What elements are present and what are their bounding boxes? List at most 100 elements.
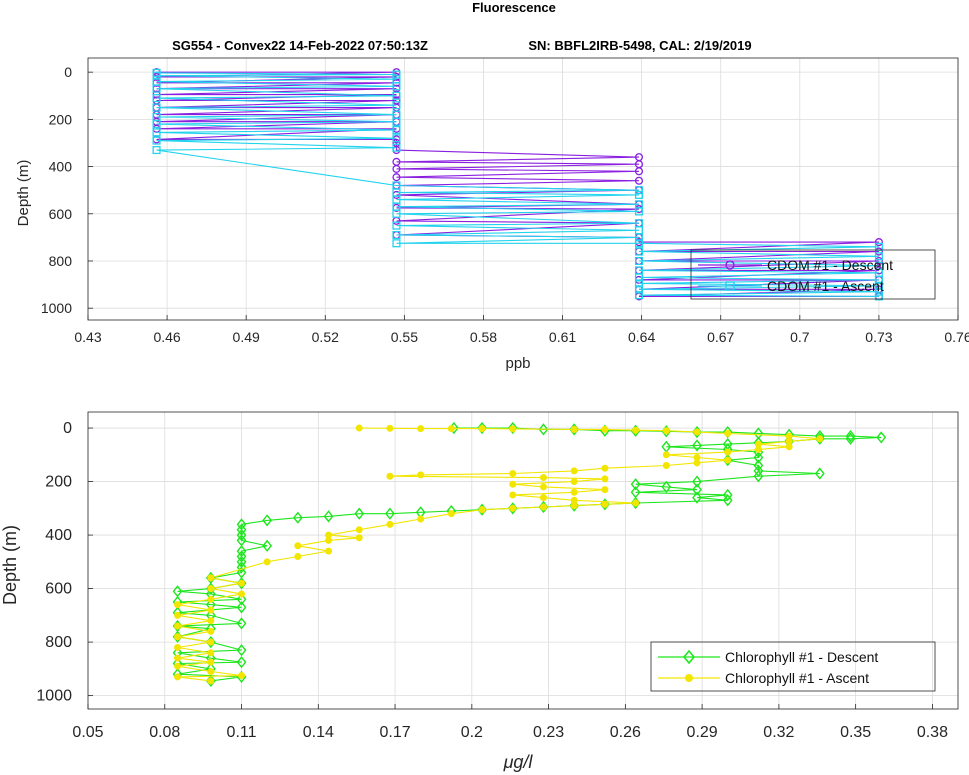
data-point — [785, 432, 793, 440]
data-point — [325, 531, 333, 539]
data-point — [238, 579, 246, 587]
data-point — [207, 606, 215, 614]
data-point — [207, 638, 215, 646]
data-point — [539, 503, 547, 511]
data-point — [693, 428, 701, 436]
x-tick-label: 0.08 — [149, 724, 180, 741]
data-point — [509, 504, 517, 512]
data-point — [478, 425, 486, 433]
data-point — [207, 574, 215, 582]
x-tick-label: 0.58 — [470, 329, 497, 345]
y-tick-label: 800 — [45, 634, 72, 651]
series-line — [177, 427, 882, 682]
cdom-chart: 0.43 0.46 0.49 0.52 0.55 0.58 0.61 0.64 0.67 0.7 0… — [15, 57, 969, 372]
chlorophyll-x-ticks: 0.05 0.08 0.11 0.14 0.17 0.2 0.23 0.26 0.29 0.32 0… — [72, 704, 948, 741]
x-tick-label: 0.49 — [233, 329, 260, 345]
data-point — [355, 534, 363, 542]
data-point — [570, 478, 578, 486]
y-tick-label: 0 — [63, 420, 72, 437]
x-tick-label: 0.76 — [944, 329, 969, 345]
data-point — [754, 440, 762, 448]
x-tick-label: 0.61 — [549, 329, 576, 345]
y-tick-label: 200 — [49, 111, 73, 127]
data-point — [601, 475, 609, 483]
data-point — [509, 491, 517, 499]
figure-subtitle-right: SN: BBFL2IRB-5498, CAL: 2/19/2019 — [528, 38, 751, 53]
x-tick-label: 0.73 — [865, 329, 892, 345]
data-point — [207, 668, 215, 676]
y-tick-label: 400 — [45, 527, 72, 544]
data-point — [386, 520, 394, 528]
data-point — [447, 425, 455, 433]
data-point — [207, 617, 215, 625]
chlorophyll-y-axis-label: Depth (m) — [0, 525, 20, 605]
cdom-legend-descent-label: CDOM #1 - Descent — [767, 257, 893, 273]
data-point — [325, 547, 333, 555]
x-tick-label: 0.38 — [917, 724, 948, 741]
data-point — [601, 500, 609, 508]
y-tick-label: 1000 — [36, 688, 72, 705]
data-point — [174, 601, 182, 609]
chlorophyll-legend: Chlorophyll #1 - Descent Chlorophyll #1 … — [650, 641, 936, 692]
chlorophyll-legend-ascent-marker — [685, 674, 693, 682]
chlorophyll-chart: 0.05 0.08 0.11 0.14 0.17 0.2 0.23 0.26 0.29 0.32 0… — [0, 411, 959, 772]
data-point — [662, 462, 670, 470]
y-tick-label: 1000 — [41, 300, 72, 316]
data-point — [174, 673, 182, 681]
data-point — [174, 633, 182, 641]
chlorophyll-legend-ascent-label: Chlorophyll #1 - Ascent — [725, 670, 869, 686]
x-tick-label: 0.67 — [707, 329, 734, 345]
data-point — [570, 488, 578, 496]
series-line — [177, 427, 820, 682]
data-point — [417, 471, 425, 479]
data-point — [509, 470, 517, 478]
x-tick-label: 0.43 — [74, 329, 101, 345]
x-tick-label: 0.05 — [72, 724, 103, 741]
data-point — [632, 499, 640, 507]
data-point — [207, 627, 215, 635]
cdom-legend-ascent-label: CDOM #1 - Ascent — [767, 278, 884, 294]
data-point — [294, 552, 302, 560]
data-point — [601, 464, 609, 472]
chlorophyll-legend-descent-label: Chlorophyll #1 - Descent — [725, 649, 878, 665]
figure-subtitle-left: SG554 - Convex22 14-Feb-2022 07:50:13Z — [172, 38, 428, 53]
data-point — [662, 427, 670, 435]
data-point — [355, 424, 363, 432]
data-point — [174, 662, 182, 670]
x-tick-label: 0.52 — [312, 329, 339, 345]
data-point — [174, 622, 182, 630]
x-tick-label: 0.46 — [153, 329, 180, 345]
data-point — [478, 506, 486, 514]
data-point — [174, 654, 182, 662]
x-tick-label: 0.7 — [790, 329, 810, 345]
data-point — [570, 467, 578, 475]
data-point — [662, 451, 670, 459]
y-tick-label: 600 — [45, 581, 72, 598]
data-point — [724, 456, 732, 464]
data-point — [174, 611, 182, 619]
data-point — [417, 425, 425, 433]
x-tick-label: 0.55 — [391, 329, 418, 345]
data-point — [263, 558, 271, 566]
y-tick-label: 0 — [64, 64, 72, 80]
data-point — [207, 649, 215, 657]
data-point — [570, 425, 578, 433]
data-point — [693, 453, 701, 461]
data-point — [447, 510, 455, 518]
data-point — [386, 424, 394, 432]
series-1 — [174, 424, 824, 685]
data-point — [207, 585, 215, 593]
y-tick-label: 600 — [49, 206, 73, 222]
data-point — [238, 590, 246, 598]
figure-title: Fluorescence — [472, 0, 556, 15]
data-point — [509, 480, 517, 488]
x-tick-label: 0.32 — [763, 724, 794, 741]
data-point — [238, 672, 246, 680]
y-tick-label: 200 — [45, 474, 72, 491]
y-tick-label: 400 — [49, 159, 73, 175]
x-tick-label: 0.29 — [687, 724, 718, 741]
cdom-x-axis-label: ppb — [505, 355, 530, 372]
data-point — [539, 494, 547, 502]
data-point — [816, 435, 824, 443]
chlorophyll-x-axis-label: μg/l — [503, 752, 534, 772]
